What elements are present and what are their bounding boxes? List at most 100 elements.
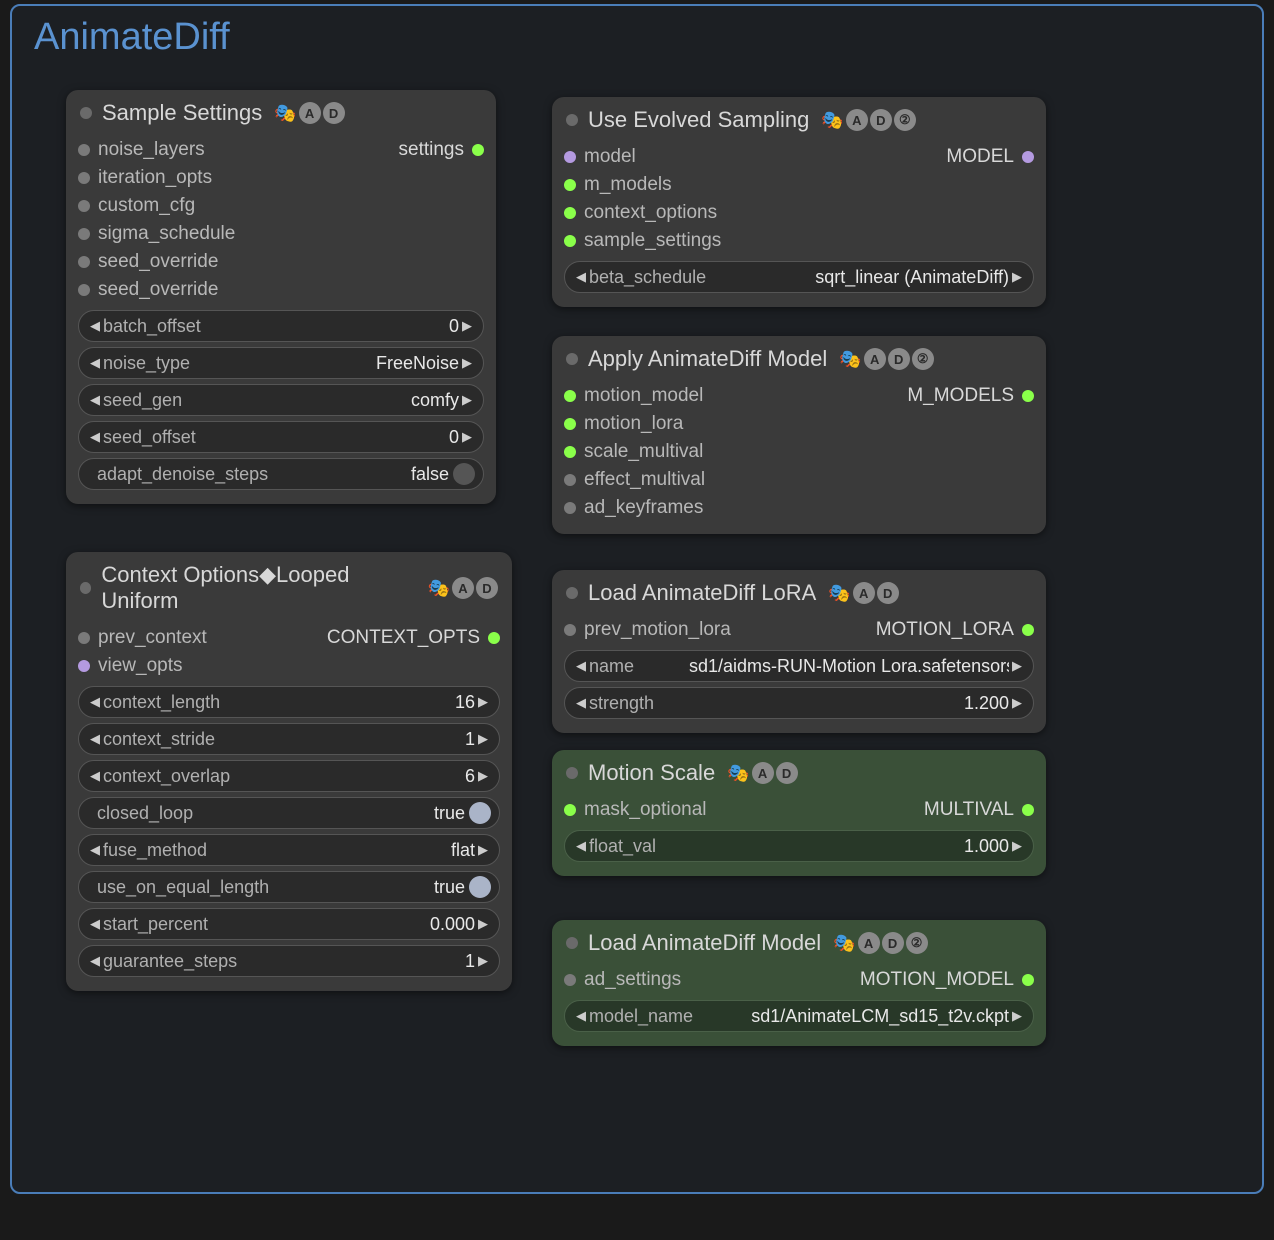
arrow-left-icon[interactable]: ◀ [87,355,103,371]
node-load-animatediff-lora[interactable]: Load AnimateDiff LoRA 🎭 AD prev_motion_l… [552,570,1046,733]
arrow-left-icon[interactable]: ◀ [573,695,589,711]
widget-batch-offset[interactable]: ◀ batch_offset 0 ▶ [78,310,484,342]
port-dot[interactable] [564,502,576,514]
port-dot[interactable] [78,172,90,184]
node-header[interactable]: Motion Scale 🎭 AD [552,750,1046,794]
arrow-right-icon[interactable]: ▶ [1009,695,1025,711]
port-dot[interactable] [564,804,576,816]
arrow-right-icon[interactable]: ▶ [475,768,491,784]
arrow-left-icon[interactable]: ◀ [573,1008,589,1024]
widget-closed-loop[interactable]: closed_looptrue [78,797,500,829]
port-dot[interactable] [564,474,576,486]
arrow-right-icon[interactable]: ▶ [1009,658,1025,674]
toggle-pill[interactable] [469,802,491,824]
arrow-left-icon[interactable]: ◀ [87,318,103,334]
node-header[interactable]: Load AnimateDiff Model 🎭 AD② [552,920,1046,964]
arrow-left-icon[interactable]: ◀ [87,953,103,969]
arrow-right-icon[interactable]: ▶ [459,429,475,445]
port-dot[interactable] [78,632,90,644]
widget-context-length[interactable]: ◀context_length16▶ [78,686,500,718]
port-dot[interactable] [564,418,576,430]
port-dot[interactable] [1022,151,1034,163]
port-dot[interactable] [564,179,576,191]
widget-beta-schedule[interactable]: ◀beta_schedulesqrt_linear (AnimateDiff)▶ [564,261,1034,293]
arrow-right-icon[interactable]: ▶ [475,916,491,932]
arrow-left-icon[interactable]: ◀ [573,658,589,674]
node-header[interactable]: Apply AnimateDiff Model 🎭 AD② [552,336,1046,380]
node-header[interactable]: Sample Settings 🎭 AD [66,90,496,134]
arrow-left-icon[interactable]: ◀ [87,768,103,784]
widget-lora-strength[interactable]: ◀strength1.200▶ [564,687,1034,719]
port-dot[interactable] [564,207,576,219]
arrow-left-icon[interactable]: ◀ [87,842,103,858]
port-dot[interactable] [564,235,576,247]
port-dot[interactable] [472,144,484,156]
node-header[interactable]: Use Evolved Sampling 🎭 AD② [552,97,1046,141]
arrow-right-icon[interactable]: ▶ [459,355,475,371]
port-dot[interactable] [78,284,90,296]
node-header[interactable]: Context Options◆Looped Uniform 🎭 AD [66,552,512,622]
arrow-left-icon[interactable]: ◀ [87,694,103,710]
node-load-animatediff-model[interactable]: Load AnimateDiff Model 🎭 AD② ad_settings… [552,920,1046,1046]
arrow-right-icon[interactable]: ▶ [475,694,491,710]
arrow-right-icon[interactable]: ▶ [1009,1008,1025,1024]
port-dot[interactable] [78,228,90,240]
widget-seed-gen[interactable]: ◀ seed_gen comfy ▶ [78,384,484,416]
port-dot[interactable] [564,446,576,458]
arrow-left-icon[interactable]: ◀ [573,838,589,854]
arrow-right-icon[interactable]: ▶ [1009,269,1025,285]
toggle-pill[interactable] [469,876,491,898]
node-context-options[interactable]: Context Options◆Looped Uniform 🎭 AD prev… [66,552,512,991]
node-apply-animatediff-model[interactable]: Apply AnimateDiff Model 🎭 AD② motion_mod… [552,336,1046,534]
arrow-right-icon[interactable]: ▶ [459,392,475,408]
widget-fuse-method[interactable]: ◀fuse_methodflat▶ [78,834,500,866]
port-dot[interactable] [1022,974,1034,986]
collapse-icon[interactable] [566,937,578,949]
port-dot[interactable] [564,974,576,986]
widget-model-name[interactable]: ◀model_namesd1/AnimateLCM_sd15_t2v.ckpt▶ [564,1000,1034,1032]
port-dot[interactable] [564,151,576,163]
widget-use-on-equal-length[interactable]: use_on_equal_lengthtrue [78,871,500,903]
collapse-icon[interactable] [80,582,91,594]
arrow-right-icon[interactable]: ▶ [459,318,475,334]
node-use-evolved-sampling[interactable]: Use Evolved Sampling 🎭 AD② model MODEL m… [552,97,1046,307]
node-motion-scale[interactable]: Motion Scale 🎭 AD mask_optional MULTIVAL… [552,750,1046,876]
arrow-left-icon[interactable]: ◀ [87,429,103,445]
arrow-left-icon[interactable]: ◀ [87,916,103,932]
widget-lora-name[interactable]: ◀namesd1/aidms-RUN-Motion Lora.safetenso… [564,650,1034,682]
widget-noise-type[interactable]: ◀ noise_type FreeNoise ▶ [78,347,484,379]
collapse-icon[interactable] [80,107,92,119]
collapse-icon[interactable] [566,353,578,365]
widget-seed-offset[interactable]: ◀ seed_offset 0 ▶ [78,421,484,453]
collapse-icon[interactable] [566,767,578,779]
collapse-icon[interactable] [566,587,578,599]
node-header[interactable]: Load AnimateDiff LoRA 🎭 AD [552,570,1046,614]
arrow-left-icon[interactable]: ◀ [573,269,589,285]
port-dot[interactable] [564,624,576,636]
port-dot[interactable] [488,632,500,644]
node-title: Load AnimateDiff LoRA [588,580,816,606]
port-dot[interactable] [1022,624,1034,636]
port-dot[interactable] [78,256,90,268]
arrow-left-icon[interactable]: ◀ [87,392,103,408]
arrow-right-icon[interactable]: ▶ [1009,838,1025,854]
widget-context-stride[interactable]: ◀context_stride1▶ [78,723,500,755]
port-dot[interactable] [564,390,576,402]
node-sample-settings[interactable]: Sample Settings 🎭 AD noise_layers settin… [66,90,496,504]
toggle-pill[interactable] [453,463,475,485]
widget-guarantee-steps[interactable]: ◀guarantee_steps1▶ [78,945,500,977]
port-dot[interactable] [78,144,90,156]
port-dot[interactable] [1022,390,1034,402]
widget-adapt-denoise[interactable]: adapt_denoise_steps false [78,458,484,490]
widget-start-percent[interactable]: ◀start_percent0.000▶ [78,908,500,940]
arrow-left-icon[interactable]: ◀ [87,731,103,747]
widget-float-val[interactable]: ◀float_val1.000▶ [564,830,1034,862]
arrow-right-icon[interactable]: ▶ [475,842,491,858]
collapse-icon[interactable] [566,114,578,126]
arrow-right-icon[interactable]: ▶ [475,953,491,969]
widget-context-overlap[interactable]: ◀context_overlap6▶ [78,760,500,792]
arrow-right-icon[interactable]: ▶ [475,731,491,747]
port-dot[interactable] [78,200,90,212]
port-dot[interactable] [78,660,90,672]
port-dot[interactable] [1022,804,1034,816]
